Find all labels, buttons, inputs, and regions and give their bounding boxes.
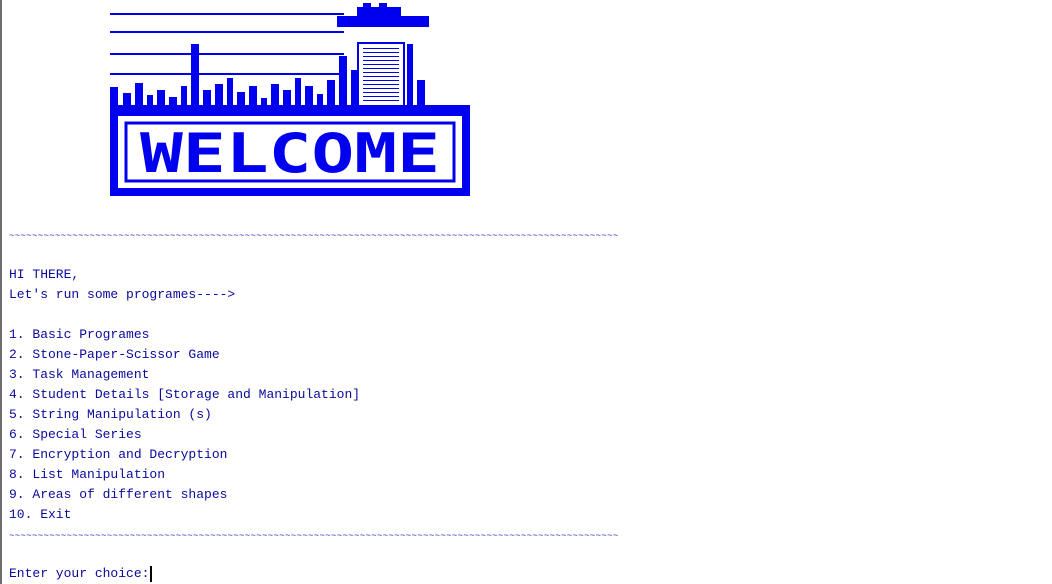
menu-item-basic-programes[interactable]: 1. Basic Programes (9, 325, 360, 345)
menu-item-list-manipulation[interactable]: 8. List Manipulation (9, 465, 360, 485)
menu-item-areas-of-shapes[interactable]: 9. Areas of different shapes (9, 485, 360, 505)
menu-item-stone-paper-scissor[interactable]: 2. Stone-Paper-Scissor Game (9, 345, 360, 365)
welcome-banner-text: WELCOME (140, 122, 440, 185)
text-cursor[interactable] (150, 566, 153, 582)
menu-item-string-manipulation[interactable]: 5. String Manipulation (s) (9, 405, 360, 425)
console-window: WELCOME ~~~~~~~~~~~~~~~~~~~~~~~~~~~~~~~~… (0, 0, 1052, 584)
menu-item-special-series[interactable]: 6. Special Series (9, 425, 360, 445)
top-divider: ~~~~~~~~~~~~~~~~~~~~~~~~~~~~~~~~~~~~~~~~… (9, 231, 619, 241)
bottom-divider: ~~~~~~~~~~~~~~~~~~~~~~~~~~~~~~~~~~~~~~~~… (9, 531, 619, 541)
welcome-banner: WELCOME (107, 0, 471, 200)
choice-prompt: Enter your choice: (9, 566, 150, 581)
welcome-banner-art: WELCOME (110, 3, 470, 196)
menu-item-student-details[interactable]: 4. Student Details [Storage and Manipula… (9, 385, 360, 405)
menu-item-exit[interactable]: 10. Exit (9, 505, 360, 525)
intro-line: Let's run some programes----> (9, 287, 236, 302)
menu-item-task-management[interactable]: 3. Task Management (9, 365, 360, 385)
menu-item-encryption-decryption[interactable]: 7. Encryption and Decryption (9, 445, 360, 465)
menu-list: 1. Basic Programes 2. Stone-Paper-Scisso… (9, 325, 360, 525)
choice-prompt-row[interactable]: Enter your choice: (9, 564, 153, 584)
greeting-line: HI THERE, (9, 267, 80, 282)
